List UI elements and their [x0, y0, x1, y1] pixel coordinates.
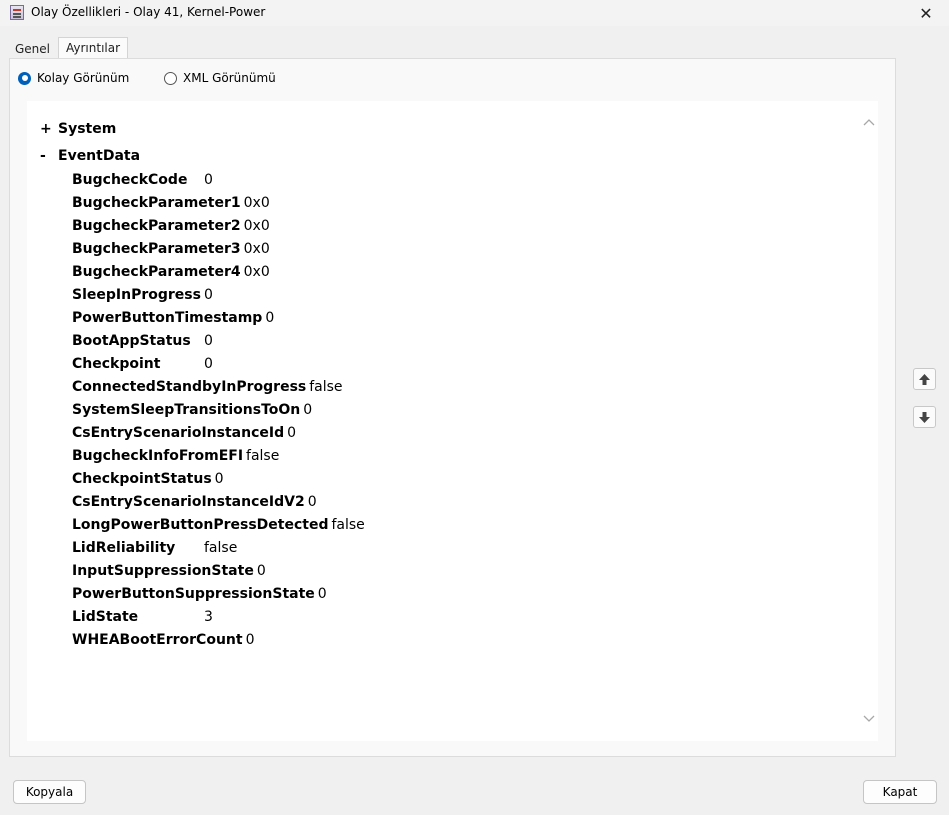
- eventdata-row: LongPowerButtonPressDetected false: [72, 517, 365, 537]
- field-name: PowerButtonSuppressionState: [72, 586, 315, 602]
- field-name: SleepInProgress: [72, 287, 201, 303]
- field-value: 0: [317, 586, 327, 602]
- field-value: 0: [204, 287, 213, 303]
- previous-event-button[interactable]: [913, 368, 936, 390]
- radio-xml-view-label: XML Görünümü: [183, 71, 276, 85]
- field-value: 0x0: [243, 264, 270, 280]
- field-value: 0: [204, 333, 213, 349]
- eventdata-row: SystemSleepTransitionsToOn 0: [72, 402, 312, 422]
- field-name: BugcheckParameter3: [72, 241, 241, 257]
- tree-node-eventdata[interactable]: - EventData: [40, 148, 140, 164]
- field-name: CsEntryScenarioInstanceId: [72, 425, 285, 441]
- field-name: BootAppStatus: [72, 333, 191, 349]
- close-button[interactable]: Kapat: [863, 780, 937, 804]
- eventdata-row: BootAppStatus 0: [72, 333, 213, 353]
- field-name: LidState: [72, 609, 139, 625]
- field-name: LidReliability: [72, 540, 176, 556]
- radio-xml-view[interactable]: XML Görünümü: [164, 71, 276, 85]
- field-value: false: [204, 540, 238, 556]
- title-bar: Olay Özellikleri - Olay 41, Kernel-Power…: [0, 0, 949, 26]
- eventdata-row: BugcheckCode 0: [72, 172, 213, 192]
- eventdata-row: PowerButtonSuppressionState 0: [72, 586, 327, 606]
- field-name: BugcheckInfoFromEFI: [72, 448, 244, 464]
- field-name: WHEABootErrorCount: [72, 632, 243, 648]
- scroll-up-chevron-icon[interactable]: [862, 115, 876, 127]
- eventdata-row: BugcheckParameter3 0x0: [72, 241, 270, 261]
- arrow-up-icon: [919, 373, 930, 385]
- field-value: false: [309, 379, 343, 395]
- field-value: 0x0: [243, 218, 270, 234]
- radio-easy-view-label: Kolay Görünüm: [37, 71, 130, 85]
- expand-toggle[interactable]: +: [40, 121, 58, 137]
- radio-checked-icon[interactable]: [18, 71, 31, 85]
- event-viewer-app-icon: [10, 5, 24, 20]
- field-value: 0: [245, 632, 255, 648]
- field-value: false: [246, 448, 280, 464]
- window-title: Olay Özellikleri - Olay 41, Kernel-Power: [31, 5, 266, 19]
- field-value: 0: [307, 494, 317, 510]
- field-name: Checkpoint: [72, 356, 161, 372]
- eventdata-row: BugcheckParameter2 0x0: [72, 218, 270, 238]
- field-value: 0: [204, 172, 213, 188]
- tree-node-label: EventData: [58, 148, 141, 164]
- eventdata-row: LidReliability false: [72, 540, 237, 560]
- field-value: 0: [287, 425, 297, 441]
- field-value: 0x0: [243, 241, 270, 257]
- eventdata-row: WHEABootErrorCount 0: [72, 632, 255, 652]
- field-name: ConnectedStandbyInProgress: [72, 379, 307, 395]
- field-name: BugcheckParameter2: [72, 218, 241, 234]
- field-value: 0: [265, 310, 275, 326]
- field-name: BugcheckCode: [72, 172, 188, 188]
- field-value: 0: [256, 563, 266, 579]
- eventdata-row: SleepInProgress 0: [72, 287, 213, 307]
- field-name: SystemSleepTransitionsToOn: [72, 402, 301, 418]
- field-name: CsEntryScenarioInstanceIdV2: [72, 494, 305, 510]
- eventdata-row: Checkpoint 0: [72, 356, 213, 376]
- field-value: false: [331, 517, 365, 533]
- eventdata-row: CsEntryScenarioInstanceId 0: [72, 425, 296, 445]
- eventdata-row: LidState 3: [72, 609, 213, 629]
- tab-ayrintilar[interactable]: Ayrıntılar: [58, 37, 129, 59]
- event-details-view[interactable]: + System - EventData BugcheckCode 0 Bugche…: [27, 101, 878, 741]
- scroll-down-chevron-icon[interactable]: [862, 712, 876, 724]
- copy-button[interactable]: Kopyala: [13, 780, 86, 804]
- collapse-toggle[interactable]: -: [40, 148, 58, 164]
- field-value: 0: [214, 471, 224, 487]
- eventdata-row: CheckpointStatus 0: [72, 471, 224, 491]
- tree-node-system[interactable]: + System: [40, 121, 116, 137]
- field-name: CheckpointStatus: [72, 471, 212, 487]
- eventdata-row: BugcheckInfoFromEFI false: [72, 448, 279, 468]
- eventdata-row: PowerButtonTimestamp 0: [72, 310, 274, 330]
- eventdata-row: InputSuppressionState 0: [72, 563, 266, 583]
- field-value: 0: [204, 356, 213, 372]
- eventdata-row: CsEntryScenarioInstanceIdV2 0: [72, 494, 317, 514]
- field-name: BugcheckParameter4: [72, 264, 241, 280]
- field-name: LongPowerButtonPressDetected: [72, 517, 329, 533]
- tree-node-label: System: [58, 121, 117, 137]
- field-value: 0x0: [243, 195, 270, 211]
- eventdata-row: BugcheckParameter1 0x0: [72, 195, 270, 215]
- arrow-down-icon: [919, 411, 930, 423]
- window-close-button[interactable]: ✕: [903, 0, 949, 26]
- radio-easy-view[interactable]: Kolay Görünüm: [18, 71, 129, 85]
- radio-unchecked-icon[interactable]: [164, 71, 177, 85]
- next-event-button[interactable]: [913, 406, 936, 428]
- field-value: 3: [204, 609, 213, 625]
- eventdata-row: ConnectedStandbyInProgress false: [72, 379, 343, 399]
- tab-genel[interactable]: Genel: [9, 39, 56, 59]
- field-value: 0: [303, 402, 313, 418]
- eventdata-row: BugcheckParameter4 0x0: [72, 264, 270, 284]
- field-name: PowerButtonTimestamp: [72, 310, 263, 326]
- field-name: BugcheckParameter1: [72, 195, 241, 211]
- field-name: InputSuppressionState: [72, 563, 254, 579]
